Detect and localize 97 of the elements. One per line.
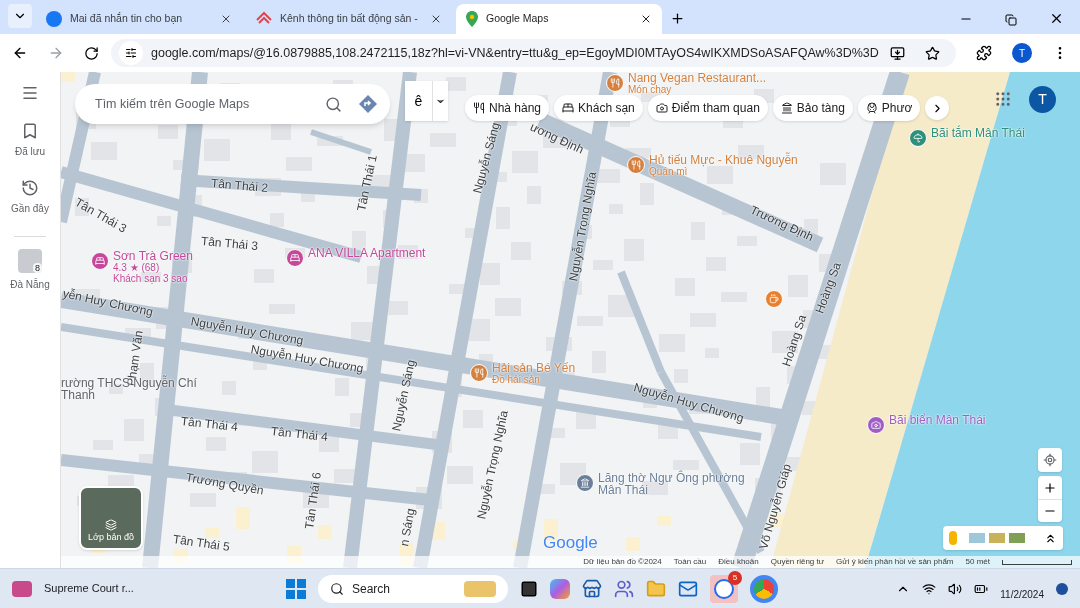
start-icon[interactable] [286,578,306,599]
site-info-icon[interactable] [119,41,143,65]
street-label: Trương Quyền [184,469,266,500]
history-icon [21,179,39,197]
count-badge: 8 [33,263,42,273]
street-label: Tân Thái 3 [200,233,259,255]
footer-link[interactable]: Điều khoản [718,556,759,568]
imagery-thumbnail[interactable] [989,533,1005,543]
imagery-thumbnail[interactable] [969,533,985,543]
place-name[interactable]: Lăng thờ Ngư Ông phường Mân Thái [598,472,758,496]
widget-text[interactable]: Supreme Court r... [44,580,274,597]
recent-place-button[interactable]: 8 Đà Nẵng [10,249,50,292]
layers-icon [105,518,117,531]
browser-tab[interactable]: Google Maps [456,4,662,34]
my-location-button[interactable] [1038,448,1062,472]
clock-date[interactable]: 11/2/2024 [1000,575,1044,602]
language-picker[interactable]: ê [405,81,448,121]
doodle-icon [464,580,496,597]
layers-button[interactable]: Lớp bản đồ [79,486,143,550]
category-chip[interactable]: Bảo tàng [772,95,853,121]
place-category: Quán mì [649,166,689,177]
extensions-icon[interactable] [976,45,992,61]
street-label: Tân Thái 3 [71,193,130,238]
bookmark-star-icon[interactable] [925,45,940,61]
street-label: Tân Thái 2 [210,175,269,197]
train-icon [865,102,878,114]
volume-icon[interactable] [948,581,963,596]
street-label: Nguyễn Trọng Nghĩa [565,170,601,283]
task-view-icon[interactable] [520,579,538,598]
locate-icon [1043,453,1057,467]
reload-icon[interactable] [84,45,99,61]
footer-link[interactable]: Toàn cầu [673,556,707,568]
store-icon[interactable] [582,578,602,599]
footer-link[interactable]: Gửi ý kiến phản hồi về sản phẩm [836,556,954,568]
bed-icon [562,102,575,114]
new-tab-icon[interactable] [670,11,685,26]
street-label: Tân Thái 4 [270,423,329,446]
place-name[interactable]: Sơn Trà Green [113,250,193,262]
sidebar-item[interactable]: Gần đây [11,179,49,216]
imagery-thumbnail[interactable] [1009,533,1025,543]
apps-grid-icon[interactable] [994,90,1012,108]
sidebar-item[interactable]: Đã lưu [14,122,45,159]
address-bar[interactable]: google.com/maps/@16.0879885,108.2472115,18z?hl=vi-VN&entry=ttu&g_ep=EgoyMDI0MTAyOS4wIKXMDSoASAFQAw%3D%3D [111,39,956,67]
street-label: yễn Huy Chương [61,285,155,321]
close-window-icon[interactable] [1049,11,1064,26]
search-placeholder: Tìm kiếm trên Google Maps [95,95,251,113]
bookmark-icon [21,122,39,140]
close-icon[interactable] [220,13,232,25]
street-label: Nguyễn Sáng [469,120,504,196]
map-pin-icon [466,11,478,27]
scale-bar [1002,559,1072,565]
directions-icon[interactable] [358,94,378,114]
street-label: Tân Thái 1 [353,153,381,213]
place-category: Khách sạn 3 sao [113,273,189,284]
footer-link[interactable]: Quyền riêng tư [770,556,825,568]
plus-icon [1043,480,1057,495]
wifi-icon[interactable] [922,581,937,596]
tab-list-button[interactable] [8,4,32,28]
street-label: Tân Thái 5 [171,531,231,556]
category-chip[interactable]: Điểm tham quan [647,95,768,121]
street-label: Tân Thái 4 [180,413,239,436]
street-label: Tân Thái 6 [301,471,325,531]
place-category: Đồ hải sản [492,374,541,385]
category-chip[interactable]: Nhà hàng [465,95,550,121]
notification-icon[interactable] [1056,582,1068,595]
street-label: Nguyễn Sáng [388,358,419,433]
building-icon [780,102,793,114]
street-label: ương Định [527,118,587,159]
notification-badge: 5 [728,570,742,585]
url-text: google.com/maps/@16.0879885,108.2472115,18z?hl=vi-VN&entry=ttu&g_ep=EgoyMDI0MTAyOS4wIKXMDSoASAFQAw%3D%3D [151,44,880,62]
close-icon[interactable] [640,13,652,25]
search-icon[interactable] [325,95,342,113]
utensils-icon [473,102,485,114]
street-label: Nguyễn Trọng Nghĩa [473,408,512,521]
browser-tab[interactable]: Kênh thông tin bất động sản - [246,4,452,34]
install-app-icon[interactable] [890,45,905,61]
category-chip[interactable]: Khách sạn [554,95,643,121]
scale-label: 50 mét [965,556,990,568]
place-rating: 4.3 ★ (68) [113,262,161,273]
street-label: n Sáng [396,506,419,548]
widget-icon[interactable] [12,580,32,597]
restore-icon[interactable] [1005,14,1017,26]
street-label: Võ Nguyễn Giáp [755,461,795,552]
camera-icon [655,102,668,114]
back-icon[interactable] [12,45,28,61]
search-icon [330,581,344,596]
browser-tab[interactable]: Mai đã nhắn tin cho bạn [36,4,242,34]
category-chip[interactable]: Phươ [857,95,921,121]
place-name[interactable]: ANA VILLA Apartment [308,247,426,259]
place-category: Món chay [628,84,672,95]
menu-icon[interactable] [21,84,39,102]
google-logo: Google [543,532,598,554]
browser-icon[interactable] [750,574,778,603]
search-box[interactable]: Tìm kiếm trên Google Maps [75,84,390,124]
close-icon[interactable] [430,13,442,25]
taskbar-search[interactable]: Search [318,574,508,603]
profile-avatar[interactable]: T [1012,43,1032,63]
